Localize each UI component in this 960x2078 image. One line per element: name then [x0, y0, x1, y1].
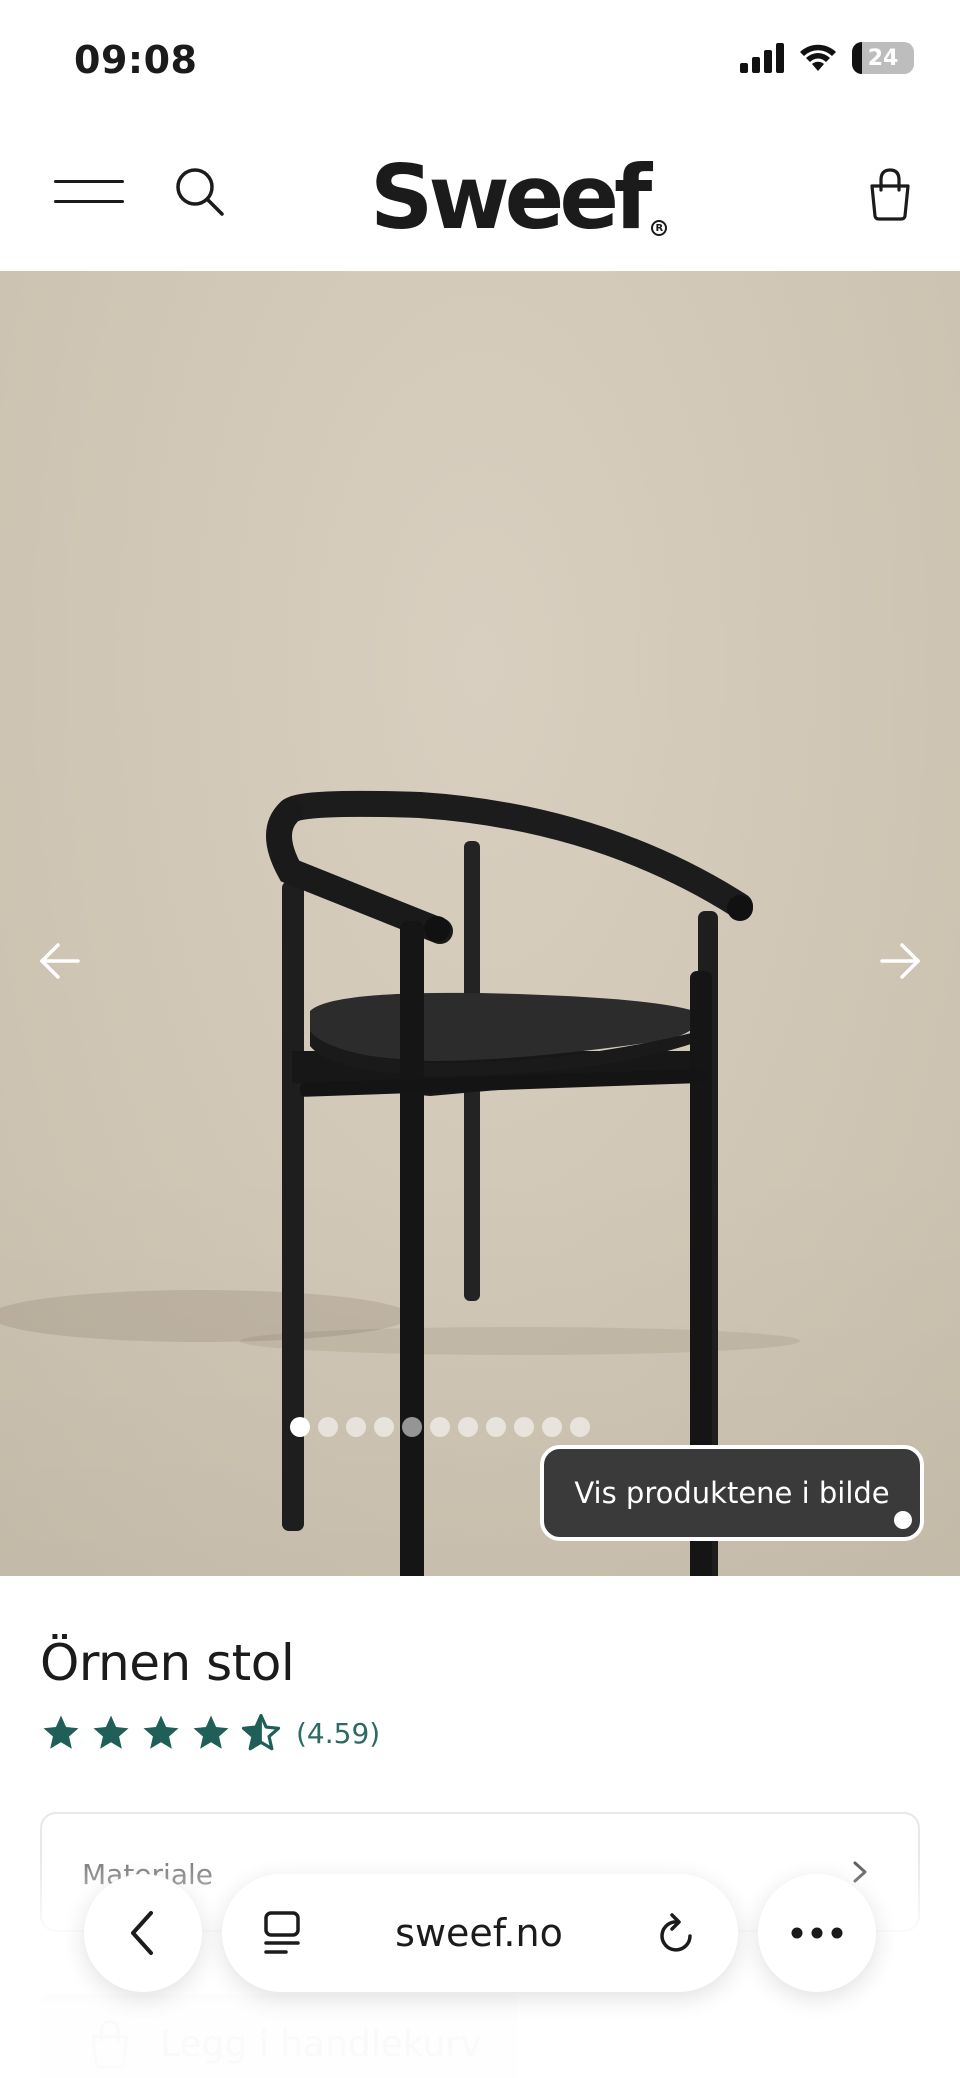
gallery-dot[interactable] [458, 1417, 478, 1437]
wifi-icon [800, 44, 836, 71]
add-to-cart-button[interactable]: Legg i handlekurv [40, 1994, 518, 2078]
rating-value: (4.59) [296, 1716, 381, 1750]
star-full-icon [43, 1715, 79, 1749]
product-title: Örnen stol [40, 1634, 295, 1692]
more-icon [791, 1927, 843, 1939]
shopping-bag-icon [92, 2020, 128, 2069]
browser-more-button[interactable] [758, 1874, 876, 1992]
gallery-dot[interactable] [346, 1417, 366, 1437]
browser-back-button[interactable] [84, 1874, 202, 1992]
browser-toolbar: sweef.no [0, 1874, 960, 1994]
registered-mark: R [651, 220, 668, 236]
status-icons: 24 [740, 42, 914, 74]
back-icon [131, 1911, 153, 1955]
star-full-icon [193, 1715, 229, 1749]
logo-text: Sweef [370, 146, 652, 249]
battery-level: 24 [867, 45, 899, 71]
shopping-bag-icon[interactable] [864, 166, 916, 222]
star-full-icon [93, 1715, 129, 1749]
gallery-dot[interactable] [318, 1417, 338, 1437]
reload-icon[interactable] [656, 1910, 698, 1956]
gallery-dot[interactable] [374, 1417, 394, 1437]
show-products-label: Vis produktene i bilde [574, 1476, 890, 1510]
product-rating[interactable]: (4.59) [40, 1712, 380, 1754]
gallery-dot[interactable] [570, 1417, 590, 1437]
site-logo[interactable]: Sweef R [370, 142, 668, 249]
address-bar[interactable]: sweef.no [222, 1874, 738, 1992]
menu-icon[interactable] [54, 176, 124, 208]
star-full-icon [143, 1715, 179, 1749]
gallery-dot[interactable] [486, 1417, 506, 1437]
arrow-right-icon[interactable] [870, 931, 930, 991]
gallery-dot[interactable] [430, 1417, 450, 1437]
corner-indicator-icon [894, 1511, 912, 1529]
gallery-dot[interactable] [542, 1417, 562, 1437]
search-icon[interactable] [172, 164, 228, 220]
signal-icon [740, 43, 784, 73]
gallery-dot[interactable] [402, 1417, 422, 1437]
gallery-dot[interactable] [290, 1417, 310, 1437]
tabs-icon[interactable] [262, 1910, 302, 1956]
arrow-left-icon[interactable] [30, 931, 90, 991]
add-to-cart-label: Legg i handlekurv [160, 2023, 482, 2065]
gallery-pagination [290, 1417, 590, 1437]
url-text: sweef.no [395, 1911, 563, 1955]
show-products-in-image-button[interactable]: Vis produktene i bilde [540, 1445, 924, 1541]
product-image-gallery[interactable]: Vis produktene i bilde [0, 271, 960, 1576]
battery-icon: 24 [852, 42, 914, 74]
status-bar: 09:08 24 [0, 0, 960, 120]
gallery-dot[interactable] [514, 1417, 534, 1437]
status-time: 09:08 [74, 38, 198, 82]
star-half-icon [241, 1713, 281, 1751]
site-header: Sweef R [0, 120, 960, 270]
product-image-chair [0, 790, 800, 1576]
